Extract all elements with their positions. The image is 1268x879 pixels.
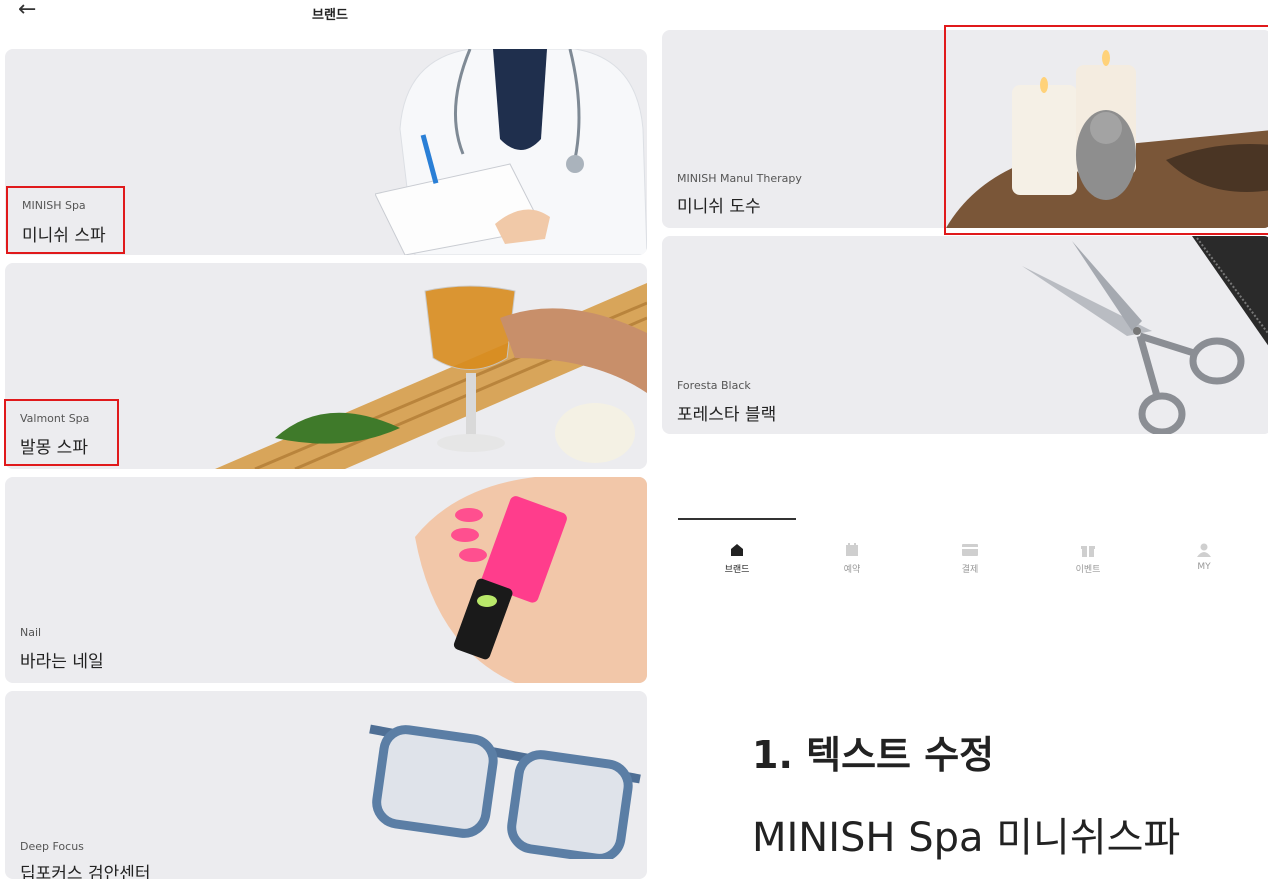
brand-ko-name: 바라는 네일 [20,652,104,672]
nav-label: 결제 [961,565,979,575]
brand-card-foresta-black[interactable]: Foresta Black 포레스타 블랙 [662,236,1268,434]
user-icon [1164,540,1244,560]
brand-en-name: MINISH Manul Therapy [677,172,802,185]
nav-label: 예약 [843,565,861,575]
nav-label: 브랜드 [724,565,750,575]
doctor-image [375,49,647,255]
nail-polish-image [415,477,647,683]
brand-ko-name: 포레스타 블랙 [677,405,777,425]
nav-item-payment[interactable]: 결제 [930,540,1010,575]
nav-label: MY [1197,562,1211,572]
nav-item-event[interactable]: 이벤트 [1048,540,1128,575]
scissors-image [1022,236,1268,434]
brand-en-name: Deep Focus [20,840,84,853]
nav-item-brand[interactable]: 브랜드 [697,540,777,575]
card-icon [930,540,1010,560]
brand-en-name: Nail [20,626,42,639]
home-icon [697,540,777,560]
calendar-icon [812,540,892,560]
tea-glass-image [215,283,647,469]
nav-item-reservation[interactable]: 예약 [812,540,892,575]
highlight-box [4,399,119,466]
top-bar: ← 브랜드 [0,0,660,28]
page-title: 브랜드 [312,8,348,23]
nav-item-my[interactable]: MY [1164,540,1244,572]
brand-card-nail[interactable]: Nail 바라는 네일 [5,477,647,683]
gift-icon [1048,540,1128,560]
active-tab-indicator [678,518,796,520]
brand-card-deep-focus[interactable]: Deep Focus 딥포커스 검안센터 [5,691,647,879]
highlight-box [944,25,1268,235]
annotation-text: MINISH Spa 미니쉬스파 [752,815,1181,861]
nav-label: 이벤트 [1075,565,1101,575]
brand-en-name: Foresta Black [677,379,751,392]
glasses-image [369,724,641,859]
annotation-heading: 1. 텍스트 수정 [752,733,995,777]
brand-ko-name: 미니쉬 도수 [677,197,761,217]
bottom-nav: 브랜드 예약 결제 이벤트 MY [662,518,1268,588]
highlight-box [6,186,125,254]
brand-ko-name: 딥포커스 검안센터 [20,864,151,879]
